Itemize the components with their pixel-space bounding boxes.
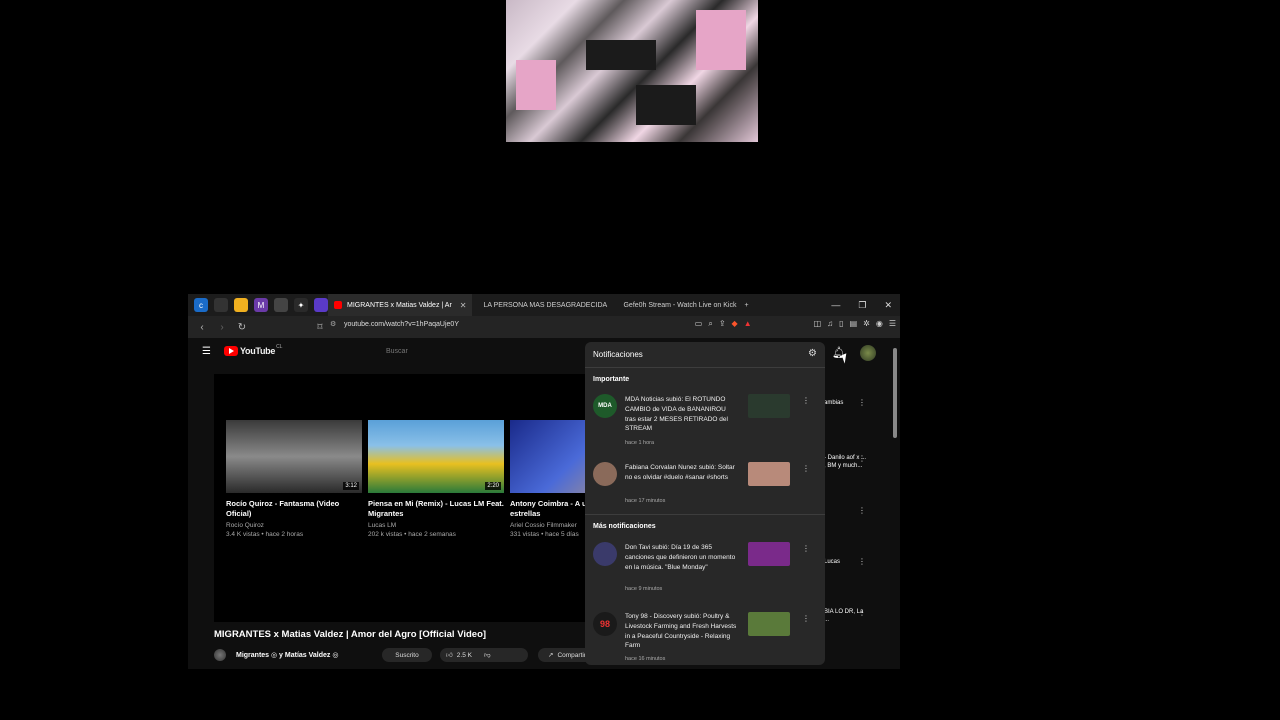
url-field[interactable]: youtube.com/watch?v=1hPaqaUje0Y (344, 321, 459, 328)
youtube-logo[interactable]: YouTube CL (224, 344, 282, 356)
brave-rewards-icon[interactable]: ▲ (744, 319, 752, 329)
more-options-icon[interactable]: ⋮ (858, 608, 866, 617)
bookmark-icon[interactable]: ⌑ (314, 322, 326, 333)
address-bar: ‹ › ↻ ⌑ ⚙ youtube.com/watch?v=1hPaqaUje0… (188, 316, 900, 338)
maximize-icon[interactable]: ❐ (858, 300, 866, 311)
media-icon[interactable]: ♫ (827, 319, 833, 329)
browser-app-icon[interactable]: c (194, 298, 208, 312)
toolbar-icons: ▭ ⌕ ⇪ ◆ ▲ ◫ ♫ ▯ ▤ ✲ ◉ ☰ (695, 319, 896, 329)
vpn-icon[interactable]: ◉ (876, 319, 883, 329)
tab-kick-stream[interactable]: Gefe0h Stream - Watch Live on Kick (612, 294, 738, 316)
more-options-icon[interactable]: ⋮ (802, 464, 810, 473)
brave-shield-icon[interactable]: ◆ (732, 319, 738, 329)
tab-youtube-persona[interactable]: LA PERSONA MAS DESAGRADECIDA (472, 294, 612, 316)
channel-row: Migrantes ◎ y Matías Valdez ◎ Suscrito 👍… (214, 648, 596, 662)
menu-icon[interactable]: ☰ (889, 319, 896, 329)
forward-icon[interactable]: › (216, 322, 228, 333)
close-tab-icon[interactable]: ✕ (460, 301, 467, 310)
notification-avatar: MDA (593, 394, 617, 418)
pinned-tab-icon[interactable] (274, 298, 288, 312)
window-controls: — ❐ ✕ (831, 294, 892, 316)
more-options-icon[interactable]: ⋮ (802, 544, 810, 553)
notification-item[interactable]: 98 Tony 98 - Discovery subió: Poultry & … (585, 612, 825, 662)
more-options-icon[interactable]: ⋮ (858, 557, 866, 566)
thumbs-down-icon[interactable]: 👎︎ (484, 651, 491, 659)
pinned-tab-icon[interactable] (314, 298, 328, 312)
divider (585, 367, 825, 368)
notification-thumbnail (748, 542, 790, 566)
tab-youtube-migrantes[interactable]: MIGRANTES x Matias Valdez | Ar ✕ (328, 294, 473, 316)
notification-avatar: 98 (593, 612, 617, 636)
like-button[interactable]: 👍︎ 2.5 K 👎︎ (440, 648, 528, 662)
extensions-icon[interactable]: ✲ (863, 319, 870, 329)
search-input[interactable]: Buscar (386, 348, 408, 355)
more-options-icon[interactable]: ⋮ (858, 454, 866, 463)
pinned-tab-icon[interactable] (214, 298, 228, 312)
pinned-tab-icon[interactable]: M (254, 298, 268, 312)
endscreen-video-card[interactable]: Antony Coimbra - A un montón de estrella… (510, 420, 586, 539)
divider (585, 514, 825, 515)
site-info-icon[interactable]: ⚙ (330, 320, 336, 328)
tab-search-icon[interactable]: ▤ (850, 319, 858, 329)
share-icon: ↗ (548, 652, 554, 659)
user-avatar[interactable] (860, 345, 876, 361)
notification-thumbnail (748, 394, 790, 418)
video-thumbnail[interactable]: 2:20 (368, 420, 504, 493)
more-options-icon[interactable]: ⋮ (858, 506, 866, 515)
video-thumbnail[interactable] (510, 420, 586, 493)
minimize-icon[interactable]: — (831, 300, 840, 310)
zoom-icon[interactable]: ⌕ (708, 319, 712, 329)
pinned-tab-icon[interactable]: ✦ (294, 298, 308, 312)
scrollbar-thumb[interactable] (893, 348, 897, 438)
share-page-icon[interactable]: ⇪ (719, 319, 726, 329)
back-icon[interactable]: ‹ (196, 322, 208, 333)
pinned-tab-icon[interactable] (234, 298, 248, 312)
thumbs-up-icon: 👍︎ (446, 652, 453, 659)
section-important: Importante (593, 376, 630, 383)
notifications-title: Notificaciones (593, 350, 643, 359)
notifications-panel: Notificaciones ⚙ Importante MDA MDA Noti… (585, 342, 825, 665)
video-title: MIGRANTES x Matias Valdez | Amor del Agr… (214, 629, 487, 640)
more-options-icon[interactable]: ⋮ (802, 614, 810, 623)
notification-avatar (593, 542, 617, 566)
notification-item[interactable]: Don Tavi subió: Día 19 de 365 canciones … (585, 542, 825, 598)
subscribed-button[interactable]: Suscrito (382, 648, 432, 662)
notification-avatar (593, 462, 617, 486)
video-thumbnail[interactable]: 3:12 (226, 420, 362, 493)
tab-bar: c M ✦ MIGRANTES x Matias Valdez | Ar ✕ L… (188, 294, 900, 316)
section-more: Más notificaciones (593, 523, 656, 530)
channel-name[interactable]: Migrantes ◎ y Matías Valdez ◎ (236, 651, 338, 659)
channel-avatar[interactable] (214, 649, 226, 661)
page-scrollbar[interactable] (892, 342, 898, 668)
close-window-icon[interactable]: ✕ (884, 300, 892, 311)
notification-item[interactable]: Fabiana Corvalan Nunez subió: Soltar no … (585, 462, 825, 508)
more-options-icon[interactable]: ⋮ (802, 396, 810, 405)
notification-thumbnail (748, 612, 790, 636)
screenshot-icon[interactable]: ◫ (814, 319, 822, 329)
cast-icon[interactable]: ▭ (695, 319, 703, 329)
hamburger-menu-icon[interactable]: ☰ (202, 346, 211, 357)
reload-icon[interactable]: ↻ (236, 322, 248, 333)
youtube-play-icon (224, 346, 238, 356)
new-tab-button[interactable]: + (738, 294, 754, 316)
settings-gear-icon[interactable]: ⚙ (808, 348, 817, 359)
webcam-overlay (506, 0, 758, 142)
endscreen-video-card[interactable]: 2:20 Piensa en Mi (Remix) - Lucas LM Fea… (368, 420, 504, 539)
endscreen-video-card[interactable]: 3:12 Rocío Quiroz - Fantasma (Video Ofic… (226, 420, 362, 539)
notification-item[interactable]: MDA MDA Noticias subió: El ROTUNDO CAMBI… (585, 394, 825, 450)
notification-thumbnail (748, 462, 790, 486)
youtube-favicon-icon (334, 301, 342, 309)
sidebar-icon[interactable]: ▯ (839, 319, 843, 329)
more-options-icon[interactable]: ⋮ (858, 398, 866, 407)
